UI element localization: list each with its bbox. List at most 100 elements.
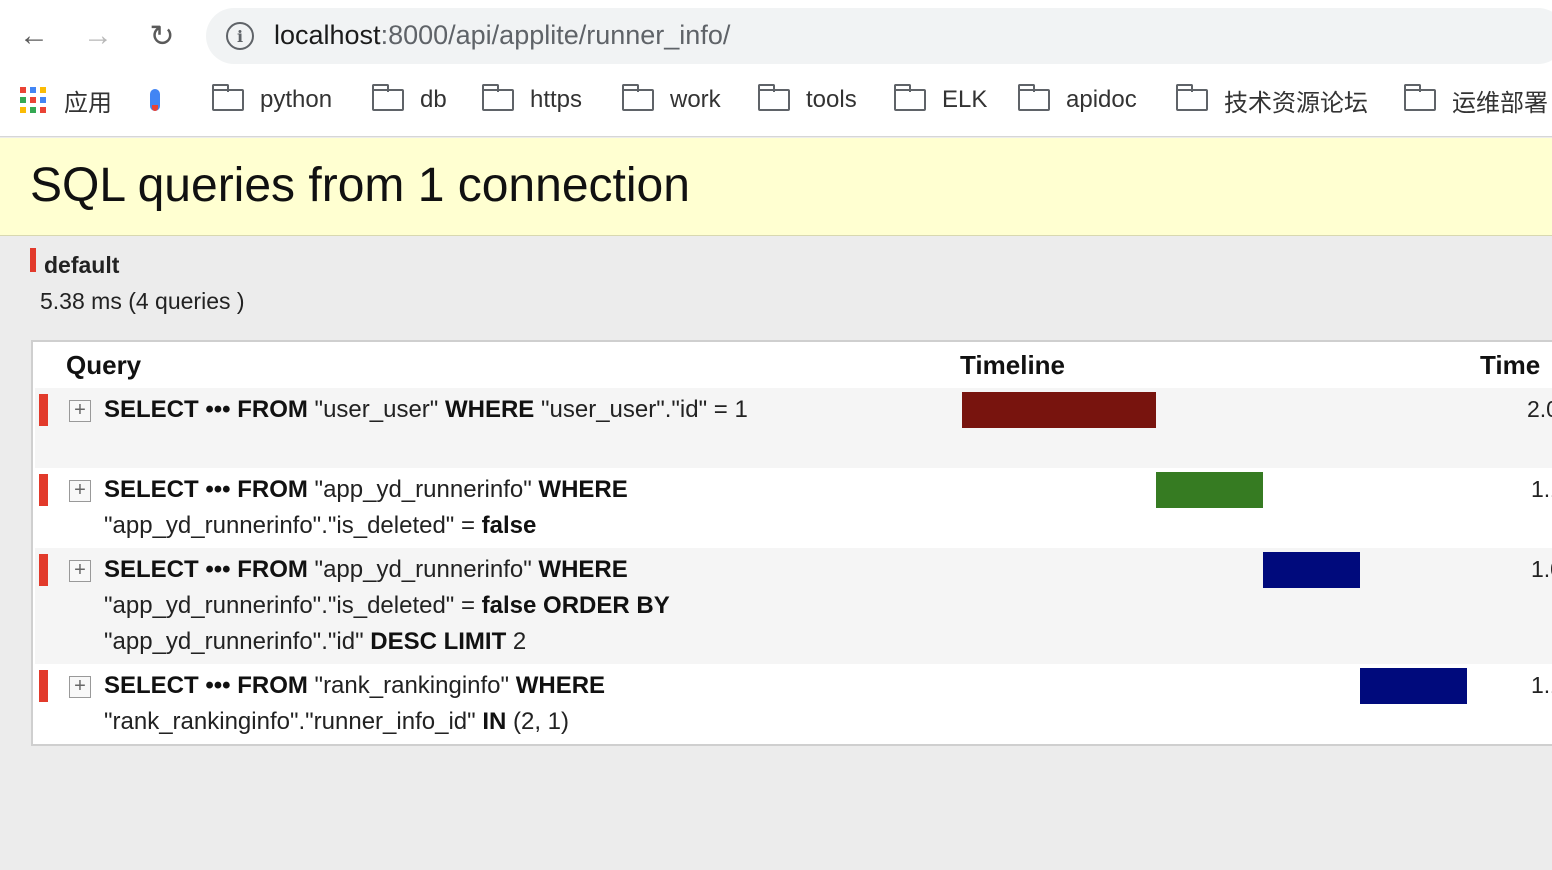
bookmark-item[interactable]: python: [211, 76, 333, 124]
bookmark-item[interactable]: db: [371, 76, 447, 124]
sql-token: "user_user": [314, 396, 445, 423]
sql-line: "app_yd_runnerinfo"."id" DESC LIMIT 2: [104, 624, 804, 660]
sql-token: 2: [512, 628, 527, 655]
bookmark-label: apidoc: [1066, 86, 1137, 113]
folder-icon: [757, 84, 790, 111]
sql-query-text[interactable]: SELECT ••• FROM "rank_rankinginfo" WHERE…: [104, 668, 804, 740]
folder-icon: [1175, 84, 1208, 111]
bookmark-item[interactable]: https: [481, 76, 583, 124]
sql-keyword: SELECT ••• FROM: [104, 556, 315, 583]
expand-toggle-icon[interactable]: +: [69, 560, 91, 582]
sql-line: SELECT ••• FROM "user_user" WHERE "user_…: [104, 392, 804, 428]
expand-toggle-icon[interactable]: +: [69, 676, 91, 698]
timeline-bar: [962, 392, 1156, 428]
bookmark-item[interactable]: tools: [757, 76, 857, 124]
bookmark-label: 技术资源论坛: [1224, 89, 1368, 117]
timeline-bar: [1263, 552, 1360, 588]
table-row: + SELECT ••• FROM "user_user" WHERE "user…: [35, 388, 1552, 468]
sql-token: (2, 1): [512, 708, 569, 735]
bookmark-label: https: [530, 86, 583, 113]
bookmark-item[interactable]: apidoc: [1017, 76, 1137, 124]
sql-token: "app_yd_runnerinfo"."is_deleted" =: [104, 512, 482, 539]
address-bar[interactable]: i localhost:8000/api/applite/runner_info…: [206, 8, 1552, 64]
connection-color-marker: [39, 394, 48, 426]
url-text[interactable]: localhost:8000/api/applite/runner_info/: [274, 20, 730, 51]
sql-line: SELECT ••• FROM "app_yd_runnerinfo" WHER…: [104, 472, 804, 508]
sql-token: "rank_rankinginfo": [314, 672, 516, 699]
folder-icon: [371, 84, 404, 111]
reload-button[interactable]: ↻: [140, 14, 184, 58]
bookmarks-bar: 应用 python db https work tools ELK apidoc 技术资源论坛 运…: [0, 76, 1552, 124]
connection-color-marker: [30, 248, 36, 272]
bookmark-label: work: [670, 86, 721, 113]
sql-token: "rank_rankinginfo"."runner_info_id": [104, 708, 483, 735]
column-header-query: Query: [66, 350, 142, 380]
query-time: 1.0: [1531, 556, 1552, 582]
timeline-bar: [1156, 472, 1263, 508]
bookmark-label: python: [260, 86, 333, 113]
query-time: 1.1: [1531, 476, 1552, 502]
sql-token: "app_yd_runnerinfo": [314, 556, 539, 583]
sql-keyword: IN: [482, 708, 513, 735]
connection-color-marker: [39, 670, 48, 702]
bookmark-label: 应用: [64, 89, 112, 117]
sql-keyword: WHERE: [538, 476, 628, 503]
folder-icon: [1017, 84, 1050, 111]
arrow-right-icon: →: [83, 19, 113, 52]
bookmark-item[interactable]: 技术资源论坛: [1175, 76, 1368, 124]
bookmark-label: 运维部署: [1452, 89, 1548, 117]
browser-chrome: ← → ↻ i localhost:8000/api/applite/runne…: [0, 0, 1552, 137]
sql-keyword: false: [481, 512, 537, 539]
expand-toggle-icon[interactable]: +: [69, 400, 91, 422]
sql-query-text[interactable]: SELECT ••• FROM "app_yd_runnerinfo" WHER…: [104, 552, 804, 660]
sql-keyword: false ORDER BY: [481, 592, 670, 619]
sql-keyword: SELECT ••• FROM: [104, 396, 315, 423]
bookmark-label: ELK: [942, 86, 988, 113]
sql-query-text[interactable]: SELECT ••• FROM "user_user" WHERE "user_…: [104, 392, 804, 428]
sql-token: "app_yd_runnerinfo"."is_deleted" =: [104, 592, 482, 619]
sql-token: "app_yd_runnerinfo"."id": [104, 628, 371, 655]
folder-icon: [1403, 84, 1436, 111]
sql-keyword: DESC LIMIT: [370, 628, 513, 655]
sql-keyword: WHERE: [538, 556, 628, 583]
sql-keyword: WHERE: [515, 672, 606, 699]
sql-line: "rank_rankinginfo"."runner_info_id" IN (…: [104, 704, 804, 740]
connection-color-marker: [39, 474, 48, 506]
sql-keyword: WHERE: [444, 396, 541, 423]
queries-table: Query Timeline Time + SELECT ••• FROM "us…: [31, 340, 1552, 746]
connection-color-marker: [39, 554, 48, 586]
bookmark-item[interactable]: ELK: [893, 76, 988, 124]
connection-stats: 5.38 ms (4 queries ): [40, 288, 245, 314]
table-row: + SELECT ••• FROM "rank_rankinginfo" WHER…: [35, 664, 1552, 744]
sql-keyword: SELECT ••• FROM: [104, 672, 315, 699]
sql-line: "app_yd_runnerinfo"."is_deleted" = false…: [104, 588, 804, 624]
column-header-time: Time: [1480, 350, 1541, 380]
bookmark-item[interactable]: work: [621, 76, 721, 124]
reload-icon: ↻: [149, 19, 175, 53]
table-row: + SELECT ••• FROM "app_yd_runnerinfo" WHE…: [35, 468, 1552, 548]
table-row: + SELECT ••• FROM "app_yd_runnerinfo" WHE…: [35, 548, 1552, 664]
info-icon[interactable]: i: [226, 22, 254, 50]
expand-toggle-icon[interactable]: +: [69, 480, 91, 502]
url-path: :8000/api/applite/runner_info/: [380, 20, 731, 50]
sql-line: SELECT ••• FROM "rank_rankinginfo" WHERE: [104, 668, 804, 704]
folder-icon: [481, 84, 514, 111]
timeline-bar: [1360, 668, 1467, 704]
column-header-timeline: Timeline: [960, 350, 1066, 380]
bookmark-item[interactable]: 应用: [20, 76, 112, 124]
back-button[interactable]: ←: [12, 14, 56, 58]
sql-line: SELECT ••• FROM "app_yd_runnerinfo" WHER…: [104, 552, 804, 588]
mic-icon: [150, 89, 160, 111]
apps-grid-icon: [20, 87, 46, 113]
arrow-left-icon: ←: [19, 19, 49, 52]
bookmark-item[interactable]: 运维部署: [1403, 76, 1548, 124]
folder-icon: [211, 84, 244, 111]
page-title: SQL queries from 1 connection: [30, 159, 690, 212]
sql-token: "user_user"."id" = 1: [540, 396, 748, 423]
sql-query-text[interactable]: SELECT ••• FROM "app_yd_runnerinfo" WHER…: [104, 472, 804, 544]
url-host: localhost: [274, 20, 381, 50]
query-time: 1.1: [1531, 672, 1552, 698]
forward-button[interactable]: →: [76, 14, 120, 58]
sql-line: "app_yd_runnerinfo"."is_deleted" = false: [104, 508, 804, 544]
bookmark-item[interactable]: [150, 76, 160, 124]
